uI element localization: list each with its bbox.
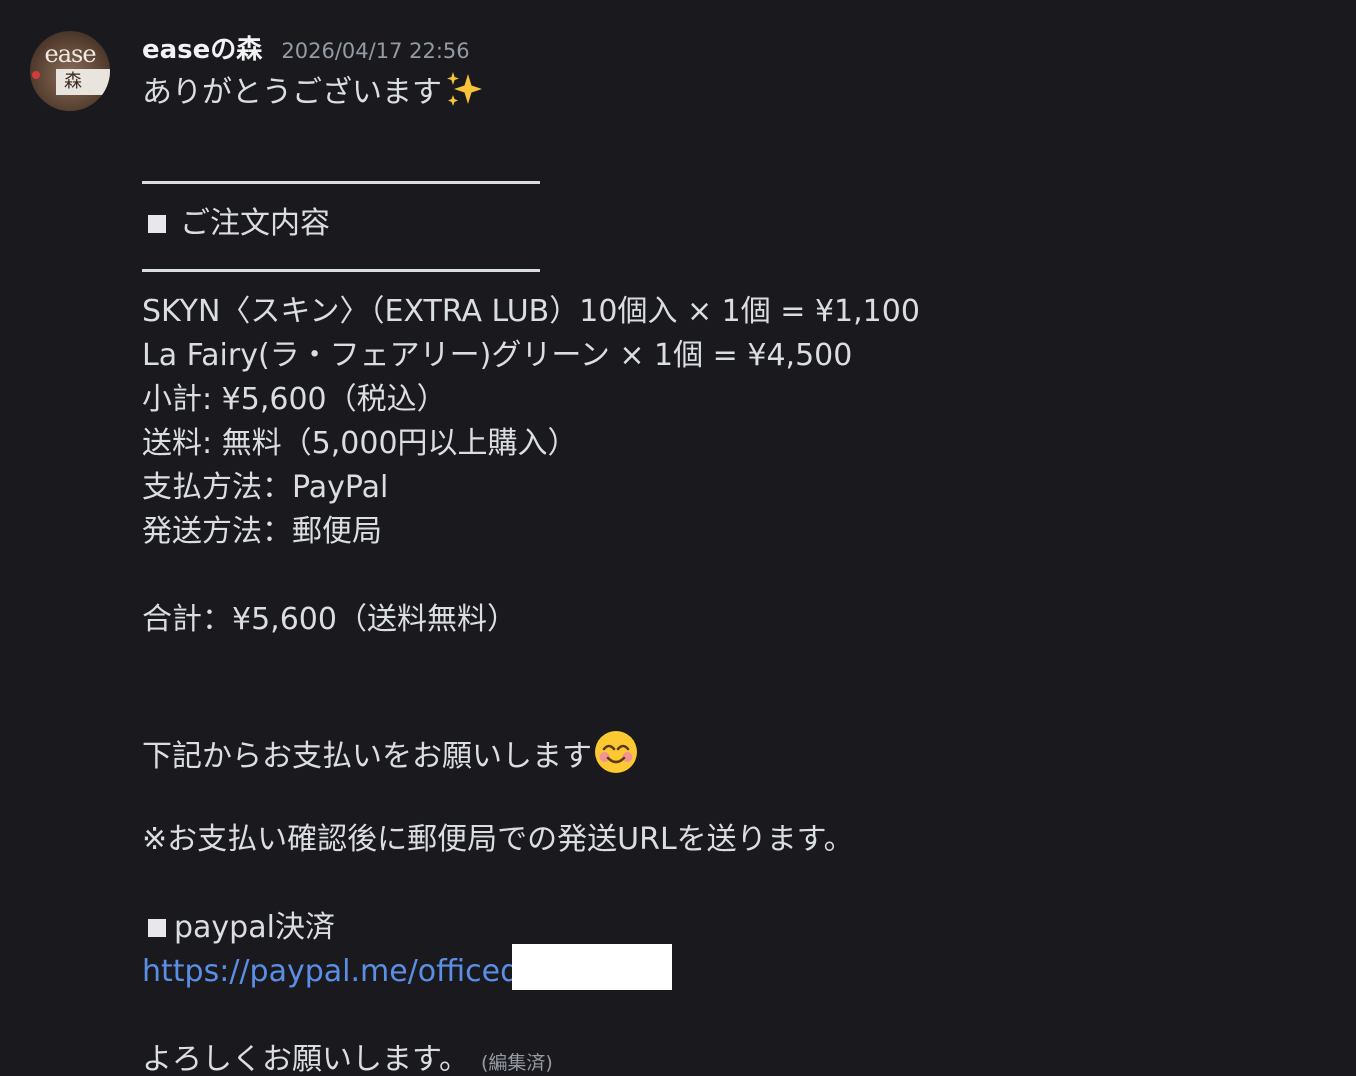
timestamp[interactable]: 2026/04/17 22:56 bbox=[281, 39, 469, 63]
message-line-paypal-heading: paypal決済 bbox=[142, 906, 1322, 950]
order-heading-text: ご注文内容 bbox=[180, 206, 330, 241]
order-item: La Fairy(ラ・フェアリー)グリーン × 1個 = ¥4,500 bbox=[142, 338, 853, 373]
redaction-box bbox=[512, 944, 672, 990]
chat-message: ease 森 easeの森 2026/04/17 22:56 ありがとうございま… bbox=[0, 0, 1356, 1076]
square-bullet-icon bbox=[148, 215, 166, 233]
subtotal-text: 小計: ¥5,600（税込） bbox=[142, 382, 447, 417]
divider-line bbox=[142, 158, 1322, 202]
thanks-text: ありがとうございます bbox=[142, 75, 442, 110]
total-text: 合計：¥5,600（送料無料） bbox=[142, 602, 517, 637]
user-avatar[interactable]: ease 森 bbox=[30, 31, 110, 111]
divider bbox=[142, 181, 540, 184]
message-content: ありがとうございます ご注文内容 SKYN〈スキン〉（EXTRA LUB）10個… bbox=[142, 70, 1322, 1076]
divider-line bbox=[142, 246, 1322, 290]
paypal-link[interactable]: https://paypal.me/officed/5 bbox=[142, 954, 548, 989]
message-line-thanks: ありがとうございます bbox=[142, 70, 1322, 114]
avatar-decoration bbox=[32, 71, 40, 79]
square-bullet-icon bbox=[148, 919, 166, 937]
order-item: SKYN〈スキン〉（EXTRA LUB）10個入 × 1個 = ¥1,100 bbox=[142, 294, 920, 329]
note-text: ※お支払い確認後に郵便局での発送URLを送ります。 bbox=[142, 822, 854, 857]
edited-label: (編集済) bbox=[481, 1052, 553, 1074]
message-line-order-heading: ご注文内容 bbox=[142, 202, 1322, 246]
message-header: easeの森 2026/04/17 22:56 bbox=[142, 30, 470, 70]
smiling-face-icon bbox=[594, 730, 638, 787]
username[interactable]: easeの森 bbox=[142, 35, 262, 65]
paypal-heading-text: paypal決済 bbox=[174, 910, 335, 945]
payment-method-text: 支払方法：PayPal bbox=[142, 470, 389, 505]
shipping-fee-text: 送料: 無料（5,000円以上購入） bbox=[142, 426, 578, 461]
divider bbox=[142, 269, 540, 272]
closing-text: よろしくお願いします。 bbox=[142, 1042, 469, 1076]
message-line-pay-request: 下記からお支払いをお願いします bbox=[142, 730, 1322, 774]
sparkles-icon bbox=[444, 70, 484, 123]
pay-request-text: 下記からお支払いをお願いします bbox=[142, 739, 592, 774]
message-line-link: https://paypal.me/officed/5 bbox=[142, 944, 1322, 994]
avatar-label: 森 bbox=[56, 69, 110, 95]
message-line-closing: よろしくお願いします。 (編集済) bbox=[142, 1038, 1322, 1076]
shipping-method-text: 発送方法：郵便局 bbox=[142, 514, 382, 549]
avatar-text: ease bbox=[44, 40, 96, 68]
